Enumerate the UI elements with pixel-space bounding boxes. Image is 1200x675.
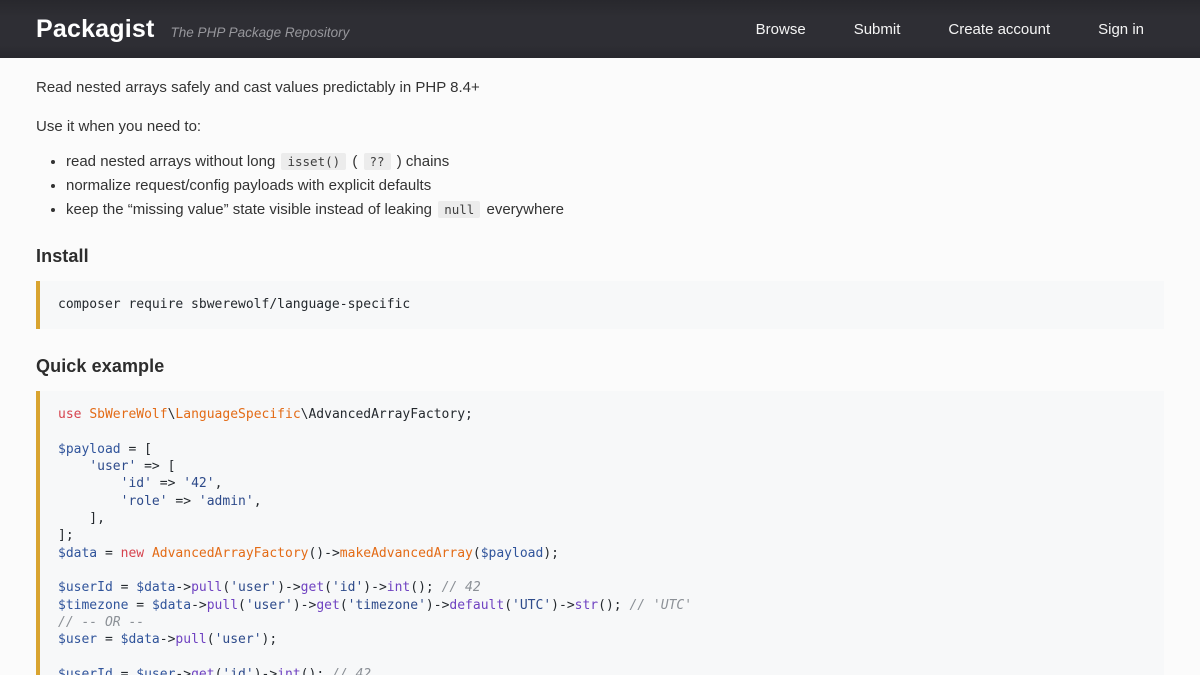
readme-content: Read nested arrays safely and cast value… bbox=[0, 78, 1200, 675]
use-case-item: read nested arrays without long isset() … bbox=[66, 152, 1164, 171]
install-command: composer require sbwerewolf/language-spe… bbox=[58, 296, 1146, 313]
quick-example-code-block: use SbWereWolf\LanguageSpecific\Advanced… bbox=[36, 391, 1164, 675]
top-navbar: Packagist The PHP Package Repository Bro… bbox=[0, 0, 1200, 58]
intro-paragraph: Read nested arrays safely and cast value… bbox=[36, 78, 1164, 97]
use-case-list: read nested arrays without long isset() … bbox=[36, 152, 1164, 219]
nav-link-browse[interactable]: Browse bbox=[732, 1, 830, 58]
site-tagline: The PHP Package Repository bbox=[171, 25, 350, 40]
main-nav: BrowseSubmitCreate accountSign in bbox=[732, 1, 1164, 58]
install-heading: Install bbox=[36, 246, 1164, 267]
install-code-block: composer require sbwerewolf/language-spe… bbox=[36, 281, 1164, 329]
packagist-logo[interactable]: Packagist bbox=[36, 15, 155, 44]
brand-area: Packagist The PHP Package Repository bbox=[36, 15, 349, 44]
quick-example-code: use SbWereWolf\LanguageSpecific\Advanced… bbox=[58, 406, 1146, 675]
use-when-paragraph: Use it when you need to: bbox=[36, 117, 1164, 136]
inline-code: null bbox=[438, 201, 480, 218]
nav-link-submit[interactable]: Submit bbox=[830, 1, 925, 58]
use-case-item: normalize request/config payloads with e… bbox=[66, 176, 1164, 195]
nav-link-sign-in[interactable]: Sign in bbox=[1074, 1, 1164, 58]
nav-link-create-account[interactable]: Create account bbox=[924, 1, 1074, 58]
quick-example-heading: Quick example bbox=[36, 356, 1164, 377]
inline-code: ?? bbox=[364, 153, 391, 170]
inline-code: isset() bbox=[281, 153, 346, 170]
use-case-item: keep the “missing value” state visible i… bbox=[66, 200, 1164, 219]
